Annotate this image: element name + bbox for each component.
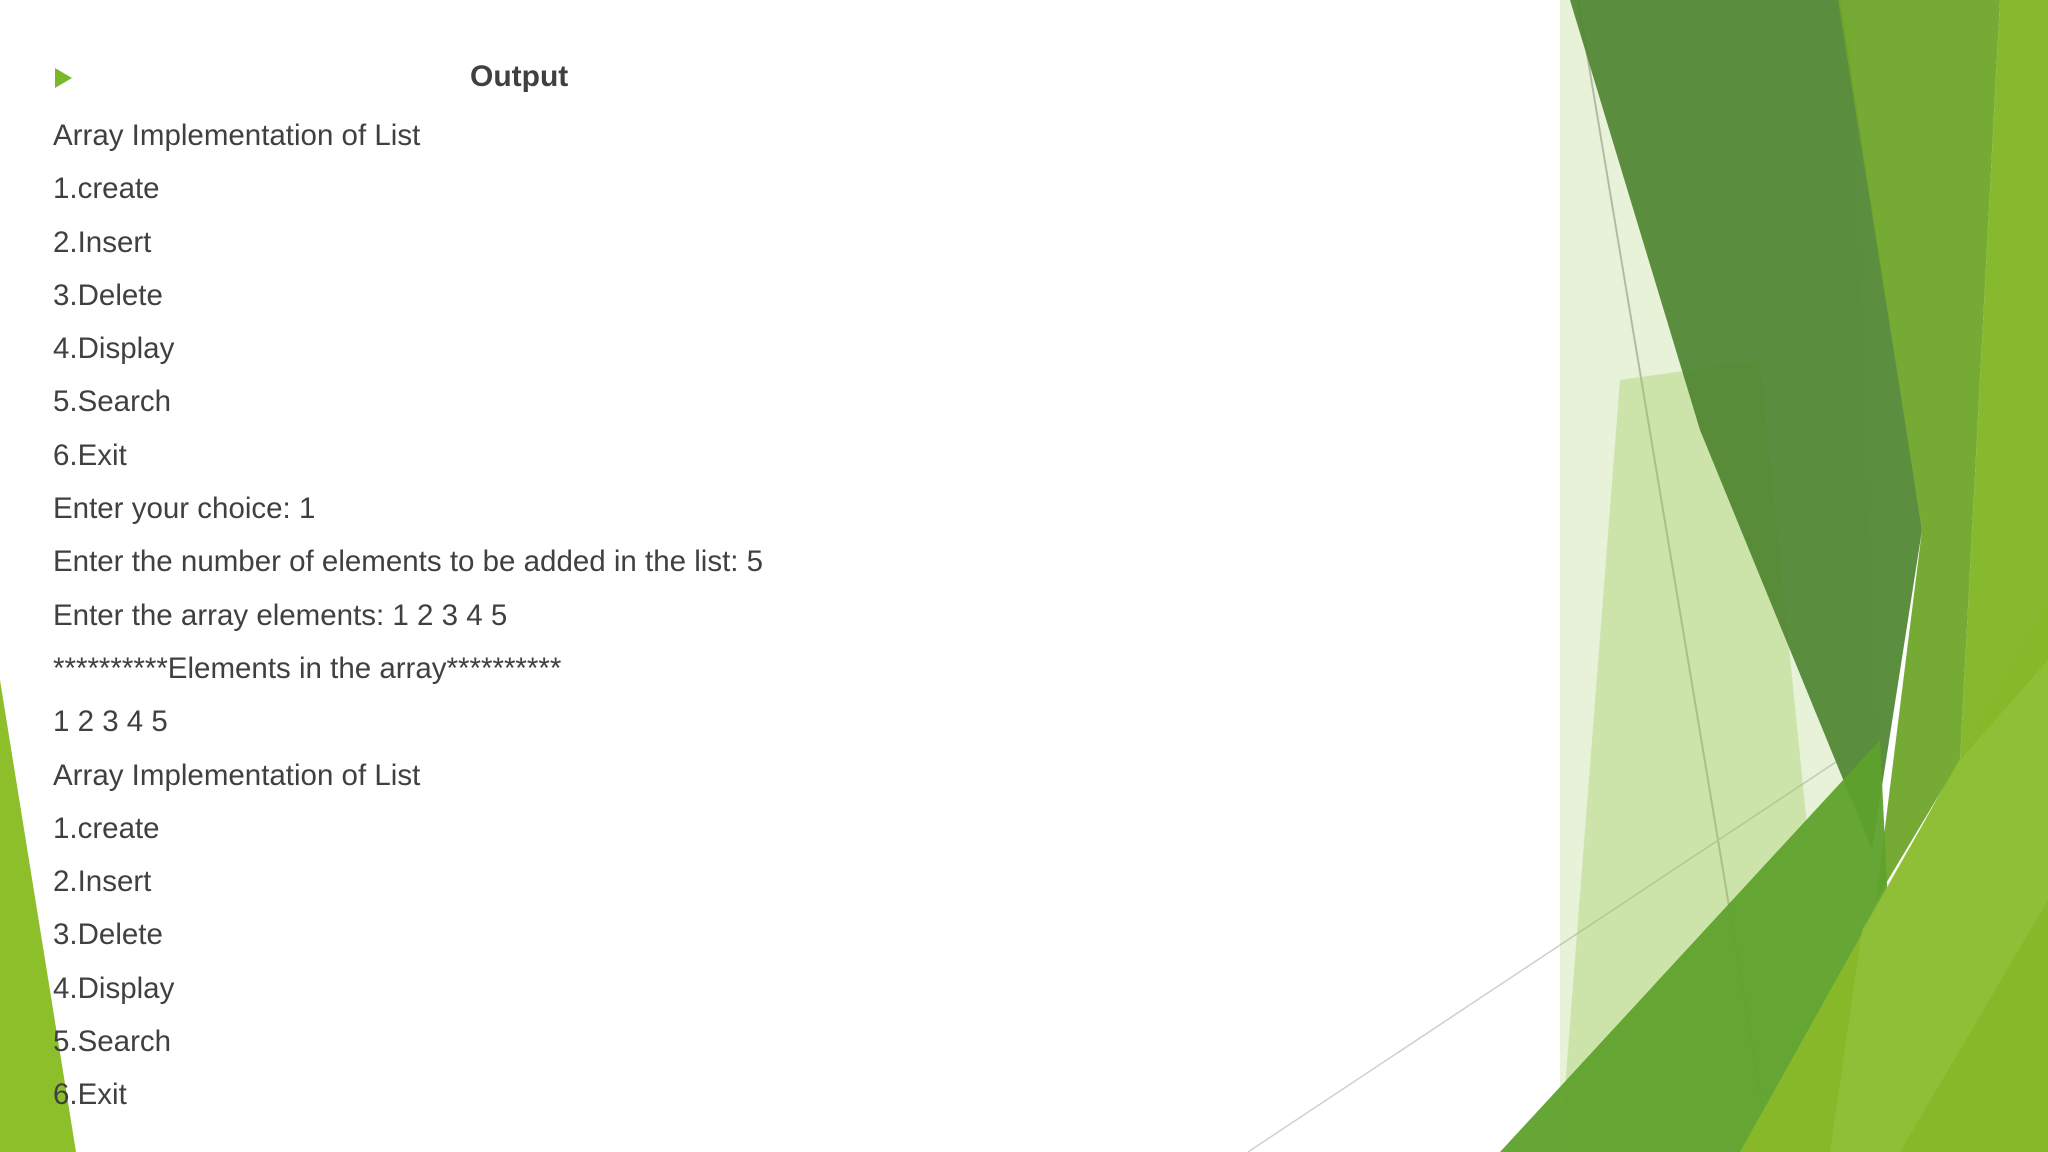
output-line: Enter your choice: 1 [53, 492, 316, 526]
title-row: Output [53, 56, 1453, 109]
output-line: 2.Insert [53, 865, 152, 899]
slide-title: Output [470, 60, 569, 93]
output-line: Enter the array elements: 1 2 3 4 5 [53, 598, 508, 632]
output-line: 6.Exit [53, 1078, 127, 1112]
slide-content: Output Array Implementation of List 1.cr… [53, 56, 1453, 1122]
output-line: 5.Search [53, 385, 172, 419]
output-line: Array Implementation of List [53, 758, 421, 792]
bullet-arrow-icon [55, 68, 72, 88]
output-line: 1.create [53, 172, 160, 206]
output-line: 4.Display [53, 971, 175, 1005]
output-line: 1.create [53, 811, 160, 845]
output-line: 6.Exit [53, 438, 127, 472]
output-line: 5.Search [53, 1025, 172, 1059]
slide: Output Array Implementation of List 1.cr… [0, 0, 2048, 1152]
output-line: 2.Insert [53, 225, 152, 259]
output-line: Enter the number of elements to be added… [53, 545, 764, 579]
output-line: 1 2 3 4 5 [53, 705, 168, 739]
output-line: Array Implementation of List [53, 119, 421, 152]
output-line: 3.Delete [53, 278, 163, 312]
output-line: 3.Delete [53, 918, 163, 952]
output-line: 4.Display [53, 332, 175, 366]
output-line: **********Elements in the array*********… [53, 651, 562, 685]
output-lines: Array Implementation of List 1.create 2.… [53, 109, 1453, 1122]
